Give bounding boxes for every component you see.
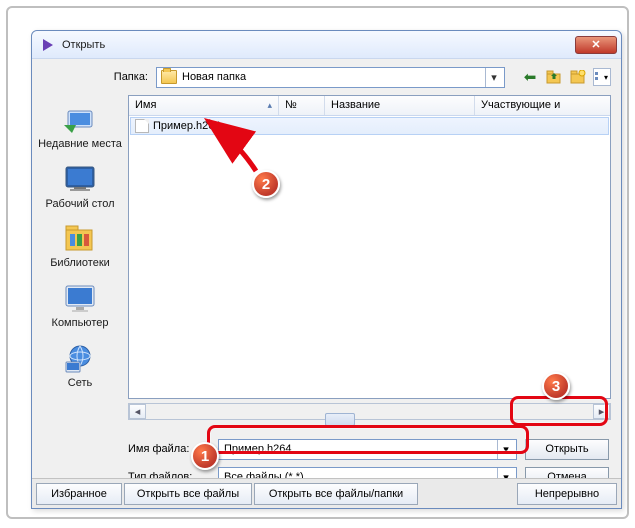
col-no[interactable]: №	[279, 96, 325, 115]
place-recent[interactable]: Недавние места	[36, 101, 124, 159]
continuous-button[interactable]: Непрерывно	[517, 483, 617, 505]
folder-combo[interactable]: Новая папка ▾	[156, 67, 505, 88]
folder-label: Папка:	[104, 71, 148, 83]
folder-row: Папка: Новая папка ▾ ⬅ ▾	[32, 59, 621, 95]
place-computer[interactable]: Компьютер	[36, 280, 124, 338]
titlebar: Открыть ✕	[32, 31, 621, 59]
app-icon	[40, 37, 56, 53]
filename-value: Пример.h264	[224, 443, 292, 455]
file-row[interactable]: Пример.h264	[130, 117, 609, 135]
open-button[interactable]: Открыть	[525, 439, 609, 460]
file-list-area: Имя № Название Участвующие и Пример.h264…	[128, 95, 621, 425]
place-libraries[interactable]: Библиотеки	[36, 220, 124, 278]
window-title: Открыть	[62, 39, 575, 51]
nav-icons: ⬅ ▾	[521, 68, 611, 86]
place-computer-label: Компьютер	[36, 317, 124, 330]
scroll-left-icon[interactable]: ◂	[129, 404, 146, 419]
place-recent-label: Недавние места	[36, 138, 124, 151]
file-list[interactable]: Имя № Название Участвующие и Пример.h264	[128, 95, 611, 399]
place-desktop[interactable]: Рабочий стол	[36, 161, 124, 219]
bottom-button-bar: Избранное Открыть все файлы Открыть все …	[32, 478, 621, 508]
col-title[interactable]: Название	[325, 96, 475, 115]
place-desktop-label: Рабочий стол	[36, 198, 124, 211]
col-name[interactable]: Имя	[129, 96, 279, 115]
filename-input[interactable]: Пример.h264 ▾	[218, 439, 517, 460]
file-name: Пример.h264	[153, 120, 221, 132]
up-folder-icon[interactable]	[545, 68, 563, 86]
back-icon[interactable]: ⬅	[521, 68, 539, 86]
favorites-button[interactable]: Избранное	[36, 483, 122, 505]
place-network[interactable]: Сеть	[36, 340, 124, 398]
folder-icon	[161, 70, 177, 84]
open-dialog: Открыть ✕ Папка: Новая папка ▾ ⬅ ▾ Недав…	[31, 30, 622, 509]
folder-value: Новая папка	[182, 71, 246, 83]
chevron-down-icon[interactable]: ▾	[497, 440, 514, 459]
close-button[interactable]: ✕	[575, 36, 617, 54]
open-all-folders-button[interactable]: Открыть все файлы/папки	[254, 483, 418, 505]
view-mode-button[interactable]: ▾	[593, 68, 611, 86]
place-network-label: Сеть	[36, 377, 124, 390]
open-all-files-button[interactable]: Открыть все файлы	[124, 483, 252, 505]
places-sidebar: Недавние места Рабочий стол Библиотеки К…	[32, 95, 128, 425]
list-header: Имя № Название Участвующие и	[129, 96, 610, 116]
horizontal-scrollbar[interactable]: ◂ ▸	[128, 403, 611, 420]
place-libraries-label: Библиотеки	[36, 257, 124, 270]
chevron-down-icon[interactable]: ▾	[485, 68, 502, 87]
new-folder-icon[interactable]	[569, 68, 587, 86]
filename-label: Имя файла:	[128, 443, 210, 455]
col-participants[interactable]: Участвующие и	[475, 96, 610, 115]
scroll-thumb[interactable]	[325, 413, 355, 426]
file-icon	[135, 119, 149, 133]
scroll-right-icon[interactable]: ▸	[593, 404, 610, 419]
